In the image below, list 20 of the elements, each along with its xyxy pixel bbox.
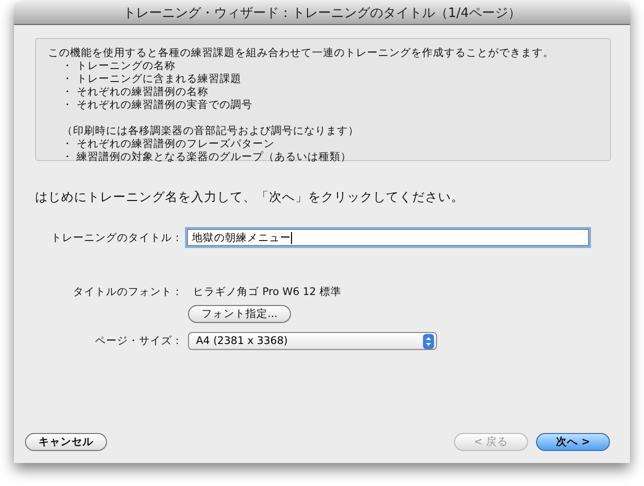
title-input-field[interactable]: 地獄の朝練メニュー (187, 229, 589, 246)
list-item: ・ トレーニングの名称 (61, 60, 176, 73)
window-title: トレーニング・ウィザード：トレーニングのタイトル（1/4ページ） (123, 5, 521, 22)
stepper-icon (423, 334, 434, 348)
list-item: ・ それぞれの練習譜例のフレーズパターン (61, 138, 276, 151)
list-item: ・ それぞれの練習譜例の名称 (61, 86, 210, 99)
field-label: トレーニングのタイトル： (50, 230, 183, 244)
list-item: ・ トレーニングに含まれる練習課題 (61, 73, 242, 86)
font-value: ヒラギノ角ゴ Pro W6 12 標準 (193, 285, 342, 299)
next-button[interactable]: 次へ > (536, 433, 610, 451)
page-size-dropdown[interactable]: A4 (2381 x 3368) (188, 332, 437, 350)
field-label: タイトルのフォント： (72, 285, 183, 299)
list-item: ・ それぞれの練習譜例の実音での調号 (61, 99, 254, 112)
list-item: ・ 練習譜例の対象となる楽器のグループ（あるいは種類） (61, 151, 352, 164)
info-text: この機能を使用すると各種の練習課題を組み合わせて一連のトレーニングを作成することができます。 (48, 47, 555, 60)
cancel-button[interactable]: キャンセル (25, 433, 107, 451)
instruction-text: はじめにトレーニング名を入力して、「次へ」をクリックしてください。 (35, 189, 465, 206)
info-text: （印刷時には各移調楽器の音部記号および調号になります） (61, 125, 360, 138)
field-label: ページ・サイズ： (94, 334, 183, 348)
font-button[interactable]: フォント指定... (188, 305, 291, 323)
